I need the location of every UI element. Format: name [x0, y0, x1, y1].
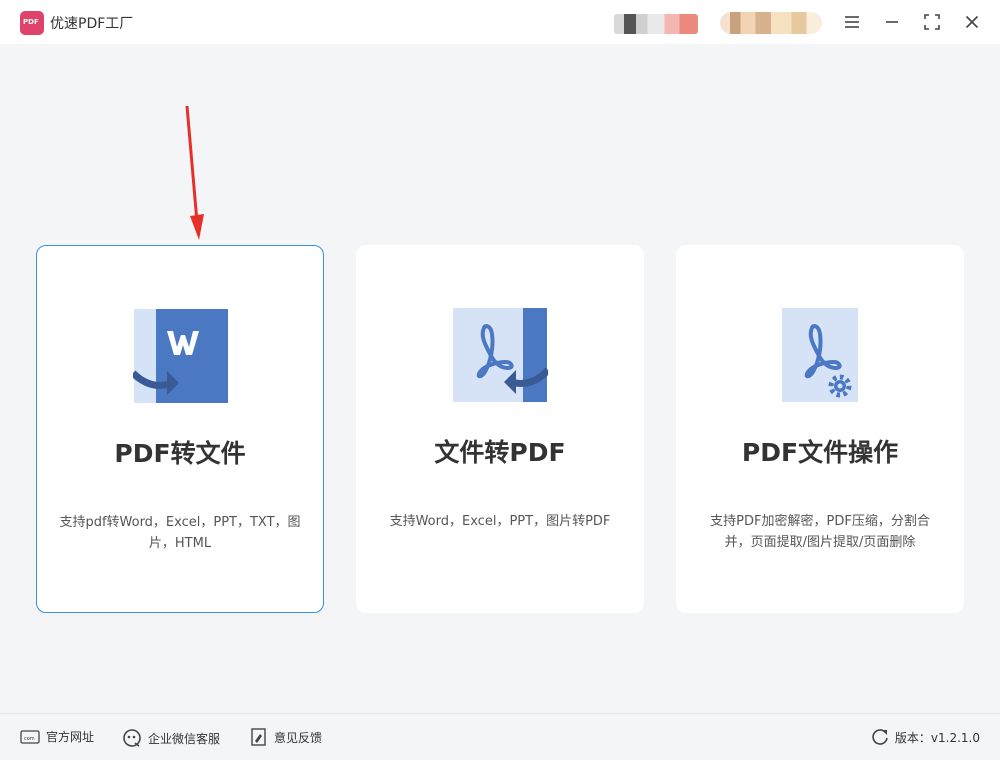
card-description: 支持pdf转Word，Excel，PPT，TXT，图片，HTML	[59, 515, 301, 551]
app-title: 优速PDF工厂	[50, 16, 134, 32]
maximize-icon	[924, 14, 940, 30]
card-title: 文件转PDF	[434, 438, 566, 467]
wechat-label: 企业微信客服	[148, 731, 221, 746]
wechat-service-link[interactable]: 企业微信客服	[122, 728, 220, 748]
card-title: PDF文件操作	[741, 438, 899, 467]
pdf-file-icon	[452, 308, 551, 404]
card-description: 支持Word，Excel，PPT，图片转PDF	[389, 514, 611, 529]
user-info-blurred[interactable]	[614, 14, 698, 34]
account-badge-blurred[interactable]	[720, 12, 822, 34]
word-file-icon	[130, 309, 229, 405]
pdf-settings-icon	[772, 308, 868, 404]
maximize-button[interactable]	[920, 10, 944, 34]
menu-button[interactable]	[840, 10, 864, 34]
card-pdf-operations[interactable]: PDF文件操作 支持PDF加密解密，PDF压缩，分割合并，页面提取/图片提取/页…	[676, 245, 964, 613]
footer: com 官方网址 企业微信客服 意见反馈 版本：v1.2.1.0	[0, 713, 1000, 760]
wechat-icon	[122, 728, 142, 748]
minimize-button[interactable]	[880, 10, 904, 34]
card-file-to-pdf[interactable]: 文件转PDF 支持Word，Excel，PPT，图片转PDF	[356, 245, 644, 613]
close-button[interactable]	[960, 10, 984, 34]
minimize-icon	[886, 21, 898, 23]
feedback-icon	[250, 728, 268, 746]
menu-icon	[845, 16, 859, 28]
version-label: 版本：v1.2.1.0	[894, 730, 980, 745]
card-pdf-to-file[interactable]: PDF转文件 支持pdf转Word，Excel，PPT，TXT，图片，HTML	[36, 245, 324, 613]
card-title: PDF转文件	[114, 439, 246, 468]
website-label: 官方网址	[46, 730, 95, 744]
feedback-link[interactable]: 意见反馈	[250, 728, 322, 746]
app-logo	[20, 11, 44, 35]
website-link[interactable]: com 官方网址	[20, 728, 94, 745]
close-icon	[965, 15, 979, 29]
title-bar: 优速PDF工厂	[0, 0, 1000, 44]
feedback-label: 意见反馈	[274, 730, 323, 745]
refresh-icon	[871, 728, 889, 746]
pointer-arrow	[185, 105, 204, 240]
website-icon: com	[20, 729, 40, 745]
version-info[interactable]: 版本：v1.2.1.0	[871, 728, 980, 746]
card-description: 支持PDF加密解密，PDF压缩，分割合并，页面提取/图片提取/页面删除	[710, 514, 930, 550]
svg-text:com: com	[24, 736, 35, 742]
